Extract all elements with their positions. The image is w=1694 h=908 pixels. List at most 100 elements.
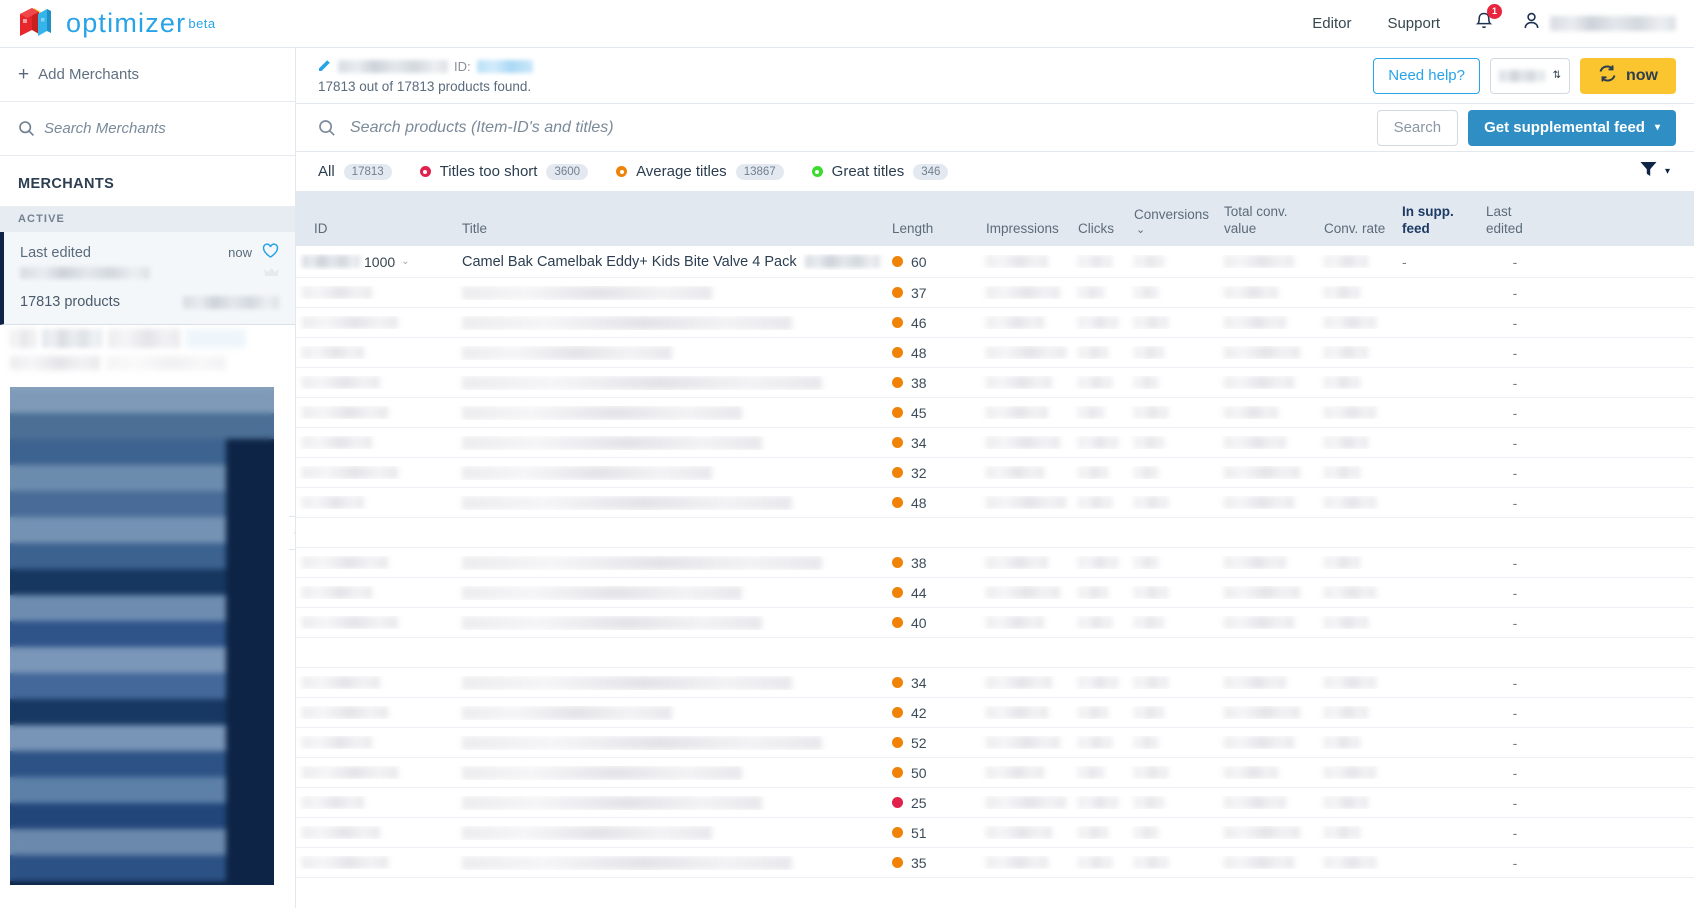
list-item[interactable] — [0, 325, 295, 352]
get-supplemental-feed-button[interactable]: Get supplemental feed ▾ — [1468, 110, 1676, 146]
cell-id[interactable] — [296, 376, 456, 389]
sync-now-button[interactable]: now — [1580, 58, 1676, 94]
search-merchants-input[interactable] — [44, 120, 277, 137]
column-header-length[interactable]: Length — [886, 221, 980, 238]
merchant-list-dark-panel[interactable] — [10, 387, 274, 885]
cell-title[interactable] — [456, 856, 886, 870]
status-dot-orange — [892, 827, 903, 838]
table-row[interactable]: 38- — [296, 368, 1694, 398]
product-search-input[interactable] — [350, 119, 1377, 137]
cell-id[interactable] — [296, 856, 456, 869]
add-merchants-button[interactable]: + Add Merchants — [0, 48, 295, 102]
need-help-button[interactable]: Need help? — [1373, 58, 1480, 94]
table-row[interactable]: 40- — [296, 608, 1694, 638]
pencil-icon[interactable] — [318, 58, 332, 75]
cell-id[interactable] — [296, 346, 456, 359]
cell-title[interactable] — [456, 556, 886, 570]
search-merchants-row[interactable] — [0, 102, 295, 156]
cell-length: 48 — [886, 345, 980, 361]
search-button[interactable]: Search — [1377, 110, 1459, 146]
column-header-last-edited[interactable]: Last edited — [1480, 204, 1550, 238]
cell-id[interactable] — [296, 766, 456, 779]
feed-period-select[interactable]: ⇅ — [1490, 58, 1570, 94]
merchant-list-obscured[interactable] — [0, 325, 295, 885]
cell-title[interactable] — [456, 496, 886, 510]
cell-id[interactable] — [296, 496, 456, 509]
table-row[interactable]: 51- — [296, 818, 1694, 848]
cell-id[interactable] — [296, 706, 456, 719]
cell-title[interactable] — [456, 346, 886, 360]
table-row[interactable]: 34- — [296, 668, 1694, 698]
user-account-button[interactable] — [1510, 11, 1676, 36]
sidebar-collapse-toggle[interactable]: ‹ — [289, 516, 296, 550]
table-row[interactable]: 25- — [296, 788, 1694, 818]
table-row[interactable]: 44- — [296, 578, 1694, 608]
column-header-total-conv-value[interactable]: Total conv. value — [1218, 204, 1318, 238]
cell-title[interactable] — [456, 286, 886, 300]
cell-id[interactable] — [296, 406, 456, 419]
nav-editor[interactable]: Editor — [1294, 15, 1369, 32]
cell-id[interactable] — [296, 466, 456, 479]
column-header-impressions[interactable]: Impressions — [980, 221, 1072, 238]
cell-title[interactable] — [456, 736, 886, 750]
list-item[interactable] — [0, 352, 295, 374]
cell-id[interactable] — [296, 286, 456, 299]
table-row[interactable]: 52- — [296, 728, 1694, 758]
table-row[interactable]: 46- — [296, 308, 1694, 338]
column-header-conversions[interactable]: Conversions ⌄ — [1128, 207, 1218, 238]
heart-icon[interactable] — [262, 243, 279, 262]
nav-support[interactable]: Support — [1369, 15, 1458, 32]
table-row[interactable]: 50- — [296, 758, 1694, 788]
table-row[interactable] — [296, 518, 1694, 548]
cell-title[interactable] — [456, 676, 886, 690]
cell-title[interactable] — [456, 466, 886, 480]
table-row[interactable]: 48- — [296, 488, 1694, 518]
brand-logo[interactable]: optimizerbeta — [0, 7, 216, 41]
cell-title[interactable] — [456, 436, 886, 450]
cell-title[interactable] — [456, 796, 886, 810]
merchant-card-active[interactable]: Last edited now 17813 products — [0, 232, 295, 325]
notifications-button[interactable]: 1 — [1458, 11, 1510, 37]
chevron-down-icon[interactable]: ⌄ — [401, 256, 409, 267]
column-header-title[interactable]: Title — [456, 221, 886, 238]
cell-id[interactable] — [296, 736, 456, 749]
cell-title[interactable] — [456, 406, 886, 420]
cell-id[interactable] — [296, 676, 456, 689]
cell-title[interactable] — [456, 316, 886, 330]
tab-great-titles[interactable]: Great titles 346 — [798, 163, 963, 180]
tab-titles-too-short[interactable]: Titles too short 3600 — [406, 163, 602, 180]
table-row[interactable]: 34- — [296, 428, 1694, 458]
cell-id[interactable] — [296, 556, 456, 569]
tab-all[interactable]: All 17813 — [318, 163, 406, 180]
cell-title[interactable] — [456, 706, 886, 720]
column-header-id[interactable]: ID — [296, 221, 456, 238]
table-row[interactable]: 37- — [296, 278, 1694, 308]
cell-title[interactable] — [456, 616, 886, 630]
cell-title[interactable] — [456, 586, 886, 600]
table-row[interactable]: 45- — [296, 398, 1694, 428]
cell-id[interactable] — [296, 586, 456, 599]
cell-title[interactable] — [456, 376, 886, 390]
table-row[interactable]: 35- — [296, 848, 1694, 878]
filter-menu-button[interactable]: ▾ — [1640, 161, 1676, 182]
cell-id[interactable] — [296, 436, 456, 449]
cell-title[interactable] — [456, 826, 886, 840]
tab-average-titles[interactable]: Average titles 13867 — [602, 163, 798, 180]
column-header-clicks[interactable]: Clicks — [1072, 221, 1128, 238]
table-row[interactable]: 1000⌄Camel Bak Camelbak Eddy+ Kids Bite … — [296, 246, 1694, 278]
cell-id[interactable] — [296, 796, 456, 809]
column-header-in-supp-feed[interactable]: In supp. feed — [1396, 204, 1480, 238]
cell-title[interactable]: Camel Bak Camelbak Eddy+ Kids Bite Valve… — [456, 254, 886, 270]
cell-id[interactable]: 1000⌄ — [296, 254, 456, 270]
table-row[interactable]: 48- — [296, 338, 1694, 368]
table-row[interactable]: 38- — [296, 548, 1694, 578]
cell-id[interactable] — [296, 616, 456, 629]
table-row[interactable]: 32- — [296, 458, 1694, 488]
cell-id[interactable] — [296, 316, 456, 329]
column-header-conv-rate[interactable]: Conv. rate — [1318, 221, 1396, 238]
table-row[interactable] — [296, 638, 1694, 668]
cell-id[interactable] — [296, 826, 456, 839]
cell-title[interactable] — [456, 766, 886, 780]
table-row[interactable]: 42- — [296, 698, 1694, 728]
table-header-row: ID Title Length Impressions Clicks Conve… — [296, 192, 1694, 246]
